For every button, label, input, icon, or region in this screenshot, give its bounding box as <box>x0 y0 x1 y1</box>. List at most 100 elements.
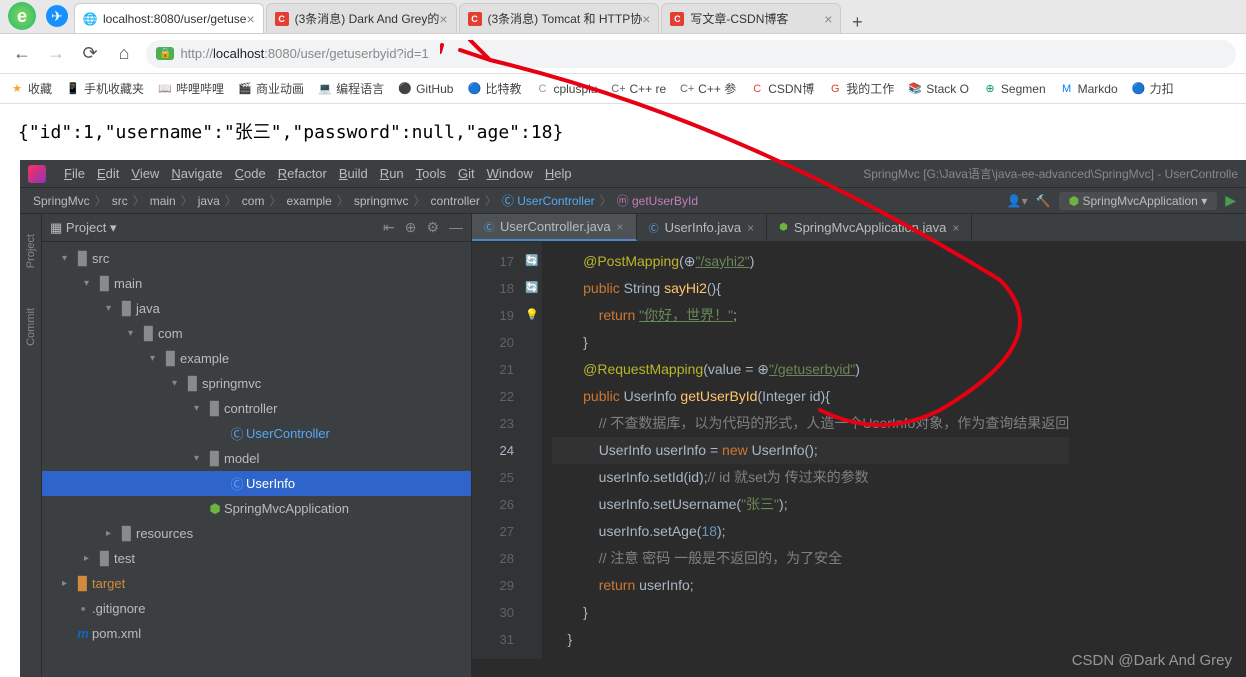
reload-button[interactable]: ⟳ <box>78 43 102 64</box>
expand-icon[interactable]: ⊕ <box>405 219 417 236</box>
bookmark-item[interactable]: ★收藏 <box>10 80 52 97</box>
menu-refactor[interactable]: Refactor <box>272 166 333 181</box>
tree-item[interactable]: ⒸUserInfo <box>42 471 471 496</box>
bookmark-item[interactable]: MMarkdo <box>1060 82 1118 96</box>
bookmark-item[interactable]: 📱手机收藏夹 <box>66 80 144 97</box>
code-editor: ⒸUserController.java×ⒸUserInfo.java×⬢Spr… <box>472 214 1246 677</box>
menu-build[interactable]: Build <box>333 166 374 181</box>
watermark: CSDN @Dark And Grey <box>1072 652 1232 669</box>
url-input[interactable]: 🔒 http://localhost:8080/user/getuserbyid… <box>146 40 1236 68</box>
tree-item[interactable]: ▪.gitignore <box>42 596 471 621</box>
crumb[interactable]: com <box>239 194 268 208</box>
bookmark-item[interactable]: Ccplusplu <box>535 82 597 96</box>
intellij-logo-icon <box>28 165 46 183</box>
tree-item[interactable]: ▾▉model <box>42 446 471 471</box>
lock-icon: 🔒 <box>156 47 174 60</box>
bookmark-item[interactable]: C+C++ re <box>611 82 666 96</box>
close-icon[interactable]: × <box>824 11 832 27</box>
tree-item[interactable]: ▾▉src <box>42 246 471 271</box>
ide-side-tabs: Project Commit <box>20 214 42 677</box>
tree-item[interactable]: ▾▉springmvc <box>42 371 471 396</box>
crumb[interactable]: main <box>147 194 179 208</box>
hide-icon[interactable]: — <box>449 219 463 236</box>
run-config-selector[interactable]: ⬢ SpringMvcApplication ▾ <box>1059 192 1218 210</box>
tree-item[interactable]: ⒸUserController <box>42 421 471 446</box>
bookmark-item[interactable]: CCSDN博 <box>750 80 814 97</box>
bookmark-item[interactable]: 📖哔哩哔哩 <box>158 80 224 97</box>
menu-edit[interactable]: Edit <box>91 166 125 181</box>
editor-tabs: ⒸUserController.java×ⒸUserInfo.java×⬢Spr… <box>472 214 1246 242</box>
browser-tab[interactable]: 🌐localhost:8080/user/getuse× <box>74 3 264 33</box>
tree-item[interactable]: ▾▉example <box>42 346 471 371</box>
tree-item[interactable]: ▾▉main <box>42 271 471 296</box>
bookmark-item[interactable]: 🎬商业动画 <box>238 80 304 97</box>
new-tab-button[interactable]: + <box>843 12 871 33</box>
crumb-class[interactable]: Ⓒ UserController <box>499 192 598 209</box>
back-button[interactable]: ← <box>10 43 34 64</box>
crumb[interactable]: SpringMvc <box>30 194 93 208</box>
menu-window[interactable]: Window <box>481 166 539 181</box>
url-text: http://localhost:8080/user/getuserbyid?i… <box>180 46 428 61</box>
side-tab-project[interactable]: Project <box>25 234 37 268</box>
editor-tab[interactable]: ⬢SpringMvcApplication.java× <box>767 214 972 241</box>
editor-tab[interactable]: ⒸUserController.java× <box>472 214 637 241</box>
hammer-icon[interactable]: 🔨 <box>1036 194 1051 208</box>
project-tree[interactable]: ▾▉src▾▉main▾▉java▾▉com▾▉example▾▉springm… <box>42 242 471 650</box>
tree-item[interactable]: ▾▉java <box>42 296 471 321</box>
line-gutter: 171819202122232425262728293031 <box>472 242 522 659</box>
menu-run[interactable]: Run <box>374 166 410 181</box>
editor-tab[interactable]: ⒸUserInfo.java× <box>637 214 768 241</box>
menu-help[interactable]: Help <box>539 166 578 181</box>
menu-tools[interactable]: Tools <box>410 166 452 181</box>
menu-code[interactable]: Code <box>229 166 272 181</box>
crumb[interactable]: controller <box>428 194 483 208</box>
settings-icon[interactable]: ⚙ <box>426 219 439 236</box>
person-icon[interactable]: 👤▾ <box>1007 194 1028 208</box>
gutter-icons: 🔄🔄💡 <box>522 242 542 659</box>
forward-button[interactable]: → <box>44 43 68 64</box>
message-icon[interactable]: ✈ <box>46 5 68 27</box>
browser-logo-icon: e <box>8 2 36 30</box>
bookmark-item[interactable]: ⚫GitHub <box>398 82 453 96</box>
tree-item[interactable]: ▾▉controller <box>42 396 471 421</box>
ide-menu-bar: FileEditViewNavigateCodeRefactorBuildRun… <box>20 160 1246 188</box>
tree-item[interactable]: ▾▉com <box>42 321 471 346</box>
menu-view[interactable]: View <box>125 166 165 181</box>
crumb[interactable]: example <box>283 194 334 208</box>
close-icon[interactable]: × <box>642 11 650 27</box>
side-tab-commit[interactable]: Commit <box>25 308 37 346</box>
code-lines[interactable]: @PostMapping(⊕"/sayhi2") public String s… <box>542 242 1069 659</box>
menu-git[interactable]: Git <box>452 166 481 181</box>
bookmark-item[interactable]: 💻编程语言 <box>318 80 384 97</box>
browser-tab[interactable]: C(3条消息) Dark And Grey的× <box>266 3 457 33</box>
bookmark-item[interactable]: 🔵比特教 <box>467 80 521 97</box>
response-body: {"id":1,"username":"张三","password":null,… <box>0 104 1246 158</box>
bookmark-item[interactable]: 📚Stack O <box>908 82 969 96</box>
bookmark-item[interactable]: 🔵力扣 <box>1132 80 1174 97</box>
ide-breadcrumbs: SpringMvc〉src〉main〉java〉com〉example〉spri… <box>20 188 1246 214</box>
tree-item[interactable]: ▸▉test <box>42 546 471 571</box>
tree-item[interactable]: ⬢SpringMvcApplication <box>42 496 471 521</box>
menu-navigate[interactable]: Navigate <box>165 166 228 181</box>
close-icon[interactable]: × <box>246 11 254 27</box>
collapse-icon[interactable]: ⇤ <box>383 219 395 236</box>
crumb[interactable]: src <box>109 194 131 208</box>
tree-item[interactable]: ▸▉resources <box>42 521 471 546</box>
ide-window: FileEditViewNavigateCodeRefactorBuildRun… <box>20 160 1246 677</box>
tree-item[interactable]: mpom.xml <box>42 621 471 646</box>
bookmark-item[interactable]: ⊕Segmen <box>983 82 1046 96</box>
bookmark-item[interactable]: C+C++ 参 <box>680 80 736 97</box>
run-icon[interactable]: ▶ <box>1225 192 1236 209</box>
browser-tab-strip: e ✈ 🌐localhost:8080/user/getuse×C(3条消息) … <box>0 0 1246 34</box>
crumb[interactable]: springmvc <box>351 194 412 208</box>
menu-file[interactable]: File <box>58 166 91 181</box>
browser-tab[interactable]: C(3条消息) Tomcat 和 HTTP协× <box>459 3 660 33</box>
tree-item[interactable]: ▸▉target <box>42 571 471 596</box>
browser-tab[interactable]: C写文章-CSDN博客× <box>661 3 841 33</box>
home-button[interactable]: ⌂ <box>112 43 136 64</box>
crumb-method[interactable]: ⓜ getUserById <box>614 192 701 209</box>
bookmark-item[interactable]: G我的工作 <box>828 80 894 97</box>
close-icon[interactable]: × <box>439 11 447 27</box>
bookmarks-bar: ★收藏 📱手机收藏夹 📖哔哩哔哩 🎬商业动画 💻编程语言 ⚫GitHub 🔵比特教 Ccplu… <box>0 74 1246 104</box>
crumb[interactable]: java <box>195 194 223 208</box>
